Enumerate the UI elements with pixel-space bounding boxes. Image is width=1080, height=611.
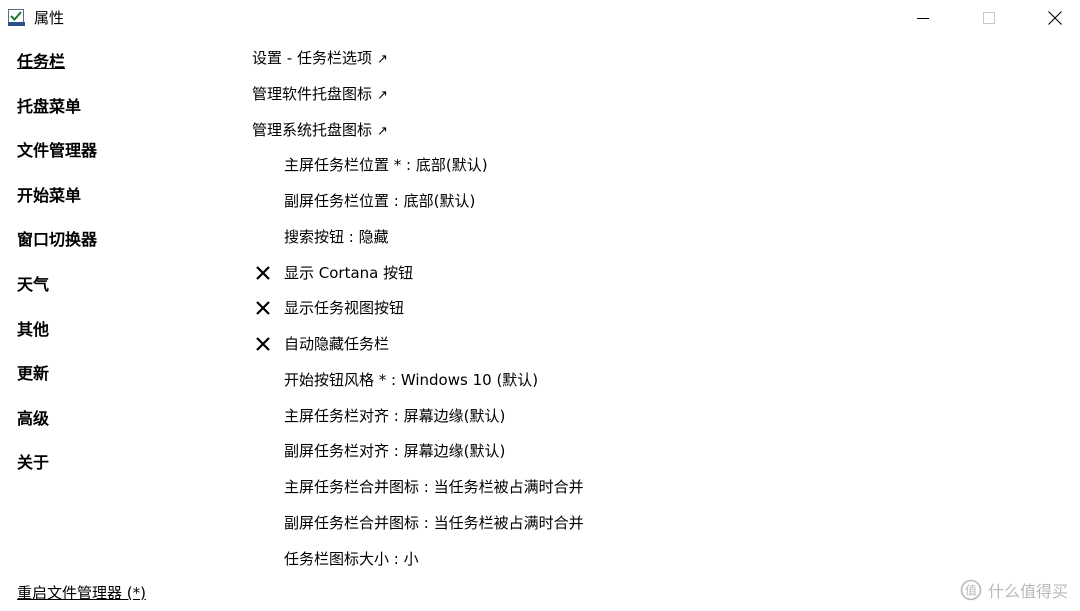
setting-label: 主屏任务栏合并图标 : 当任务栏被占满时合并 xyxy=(284,478,584,496)
watermark-text: 什么值得买 xyxy=(987,582,1068,601)
external-arrow-icon: ↗ xyxy=(377,87,388,103)
setting-show-task-view[interactable]: 显示任务视图按钮 xyxy=(252,295,952,331)
setting-auto-hide-taskbar[interactable]: 自动隐藏任务栏 xyxy=(252,331,952,367)
setting-primary-taskbar-position[interactable]: 主屏任务栏位置 * : 底部(默认) xyxy=(252,152,952,188)
setting-start-button-style[interactable]: 开始按钮风格 * : Windows 10 (默认) xyxy=(252,367,952,403)
setting-label: 主屏任务栏对齐 : 屏幕边缘(默认) xyxy=(284,406,506,425)
setting-label: 显示任务视图按钮 xyxy=(284,299,405,318)
setting-label: 自动隐藏任务栏 xyxy=(284,335,390,353)
sidebar-item-taskbar[interactable]: 任务栏 xyxy=(17,48,217,93)
link-label: 设置 - 任务栏选项 xyxy=(252,49,372,67)
properties-window: 属性 任务栏 托盘菜单 文件管理器 开始菜单 窗口切换器 天气 其他 更新 高级 xyxy=(0,0,1080,611)
sidebar-item-window-switcher[interactable]: 窗口切换器 xyxy=(17,226,217,271)
maximize-button[interactable] xyxy=(966,0,1012,36)
sidebar-item-label: 开始菜单 xyxy=(17,185,82,205)
check-x-icon xyxy=(256,265,270,280)
setting-primary-combine-icons[interactable]: 主屏任务栏合并图标 : 当任务栏被占满时合并 xyxy=(252,474,952,510)
setting-label: 主屏任务栏位置 * : 底部(默认) xyxy=(284,156,488,175)
link-taskbar-options[interactable]: 设置 - 任务栏选项 ↗ xyxy=(252,45,952,81)
sidebar-item-file-manager[interactable]: 文件管理器 xyxy=(17,137,217,182)
setting-label: 开始按钮风格 * : Windows 10 (默认) xyxy=(284,370,539,389)
close-icon xyxy=(1048,11,1062,25)
setting-search-button[interactable]: 搜索按钮 : 隐藏 xyxy=(252,224,952,260)
restart-file-manager-link[interactable]: 重启文件管理器 (*) xyxy=(17,582,146,604)
sidebar-item-about[interactable]: 关于 xyxy=(17,449,217,494)
external-arrow-icon: ↗ xyxy=(376,52,388,67)
setting-label: 搜索按钮 : 隐藏 xyxy=(284,227,389,246)
setting-secondary-taskbar-alignment[interactable]: 副屏任务栏对齐 : 屏幕边缘(默认) xyxy=(252,438,952,474)
sidebar-item-other[interactable]: 其他 xyxy=(17,316,217,361)
window-title: 属性 xyxy=(34,9,65,27)
sidebar-item-weather[interactable]: 天气 xyxy=(17,271,217,316)
link-system-tray-icons[interactable]: 管理系统托盘图标 ↗ xyxy=(252,117,952,153)
title-bar: 属性 xyxy=(0,0,1080,36)
sidebar-item-label: 其他 xyxy=(17,319,50,339)
setting-label: 任务栏图标大小 : 小 xyxy=(284,549,419,568)
sidebar-item-label: 文件管理器 xyxy=(17,141,98,161)
sidebar-item-start-menu[interactable]: 开始菜单 xyxy=(17,182,217,227)
sidebar-item-advanced[interactable]: 高级 xyxy=(17,405,217,450)
setting-label: 副屏任务栏位置 : 底部(默认) xyxy=(284,192,476,210)
setting-show-cortana[interactable]: 显示 Cortana 按钮 xyxy=(252,260,952,296)
checkbox-app-icon xyxy=(8,9,25,26)
taskbar-settings-panel: 设置 - 任务栏选项 ↗ 管理软件托盘图标 ↗ 管理系统托盘图标 ↗ 主屏任务栏位置 … xyxy=(252,45,952,581)
sidebar-nav: 任务栏 托盘菜单 文件管理器 开始菜单 窗口切换器 天气 其他 更新 高级 关于 xyxy=(17,48,217,494)
link-label: 管理系统托盘图标 xyxy=(252,120,373,139)
watermark: 值 什么值得买 xyxy=(960,578,1068,602)
maximize-icon xyxy=(983,12,995,24)
check-x-icon xyxy=(256,301,270,316)
setting-label: 副屏任务栏合并图标 : 当任务栏被占满时合并 xyxy=(284,513,584,532)
minimize-icon xyxy=(917,18,929,19)
sidebar-item-label: 窗口切换器 xyxy=(17,230,98,250)
setting-label: 显示 Cortana 按钮 xyxy=(284,263,414,282)
link-app-tray-icons[interactable]: 管理软件托盘图标 ↗ xyxy=(252,81,952,117)
check-x-icon xyxy=(256,337,270,351)
sidebar-item-label: 更新 xyxy=(17,364,50,384)
link-label: 管理软件托盘图标 xyxy=(252,84,373,103)
sidebar-item-label: 天气 xyxy=(17,274,50,294)
setting-secondary-taskbar-position[interactable]: 副屏任务栏位置 : 底部(默认) xyxy=(252,188,952,224)
sidebar-item-label: 关于 xyxy=(17,453,50,473)
sidebar-item-label: 任务栏 xyxy=(17,52,66,71)
sidebar-item-label: 托盘菜单 xyxy=(17,96,82,116)
setting-primary-taskbar-alignment[interactable]: 主屏任务栏对齐 : 屏幕边缘(默认) xyxy=(252,403,952,439)
watermark-logo-icon: 值 xyxy=(960,579,982,601)
sidebar-item-update[interactable]: 更新 xyxy=(17,360,217,405)
close-button[interactable] xyxy=(1032,0,1078,36)
sidebar-item-tray-menu[interactable]: 托盘菜单 xyxy=(17,93,217,138)
setting-taskbar-icon-size[interactable]: 任务栏图标大小 : 小 xyxy=(252,546,952,582)
minimize-button[interactable] xyxy=(900,0,946,36)
setting-label: 副屏任务栏对齐 : 屏幕边缘(默认) xyxy=(284,442,506,461)
sidebar-item-label: 高级 xyxy=(17,408,50,428)
svg-text:值: 值 xyxy=(965,583,977,598)
setting-secondary-combine-icons[interactable]: 副屏任务栏合并图标 : 当任务栏被占满时合并 xyxy=(252,510,952,546)
external-arrow-icon: ↗ xyxy=(377,123,388,139)
